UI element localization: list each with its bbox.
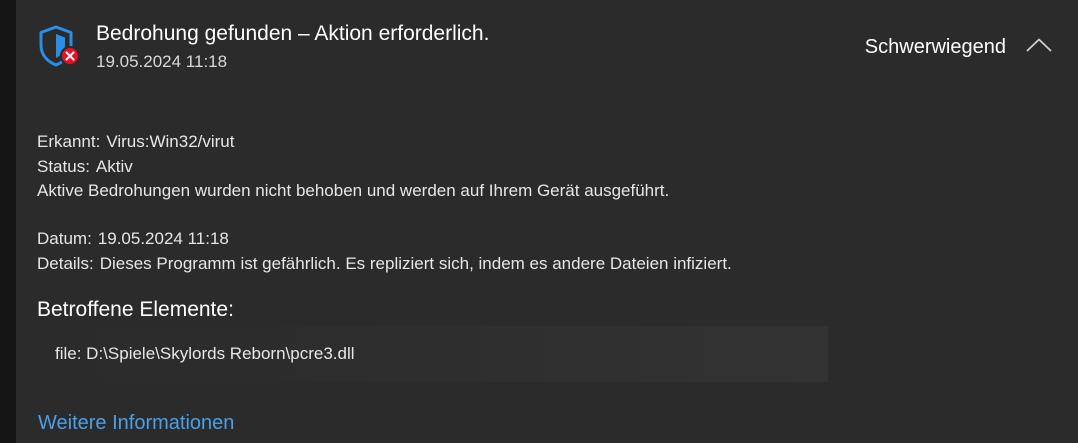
detection-info: Erkannt: Virus:Win32/virut Status: Aktiv A… [37,130,669,204]
details-row: Details: Dieses Programm ist gefährlich. … [37,252,732,277]
detected-row: Erkannt: Virus:Win32/virut [37,130,669,155]
affected-items-heading: Betroffene Elemente: [37,298,234,321]
details-label: Details: [37,253,94,273]
window-edge [0,0,16,443]
chevron-up-icon [1026,38,1052,57]
date-row: Datum: 19.05.2024 11:18 [37,227,732,252]
detected-value: Virus:Win32/virut [106,132,235,151]
status-label: Status: [37,156,90,176]
affected-item-path: file: D:\Spiele\Skylords Reborn\pcre3.dl… [55,344,355,363]
threat-title: Bedrohung gefunden – Aktion erforderlich… [96,22,490,45]
collapse-button[interactable] [1022,30,1056,64]
detected-label: Erkannt: [37,132,101,151]
date-details-info: Datum: 19.05.2024 11:18 Details: Dieses Pr… [37,227,732,276]
affected-item: file: D:\Spiele\Skylords Reborn\pcre3.dl… [37,326,828,382]
status-value: Aktiv [95,156,133,176]
status-message: Aktive Bedrohungen wurden nicht behoben … [37,181,670,200]
details-value: Dieses Programm ist gefährlich. Es repli… [99,253,732,273]
threat-timestamp: 19.05.2024 11:18 [96,52,228,71]
status-row: Status: Aktiv [37,155,669,180]
more-info-link[interactable]: Weitere Informationen [38,410,234,436]
threat-details-card: Bedrohung gefunden – Aktion erforderlich… [16,0,1078,443]
shield-threat-icon [36,24,84,72]
date-label: Datum: [37,229,92,248]
date-value: 19.05.2024 11:18 [97,229,229,248]
severity-label: Schwerwiegend [864,36,1006,58]
